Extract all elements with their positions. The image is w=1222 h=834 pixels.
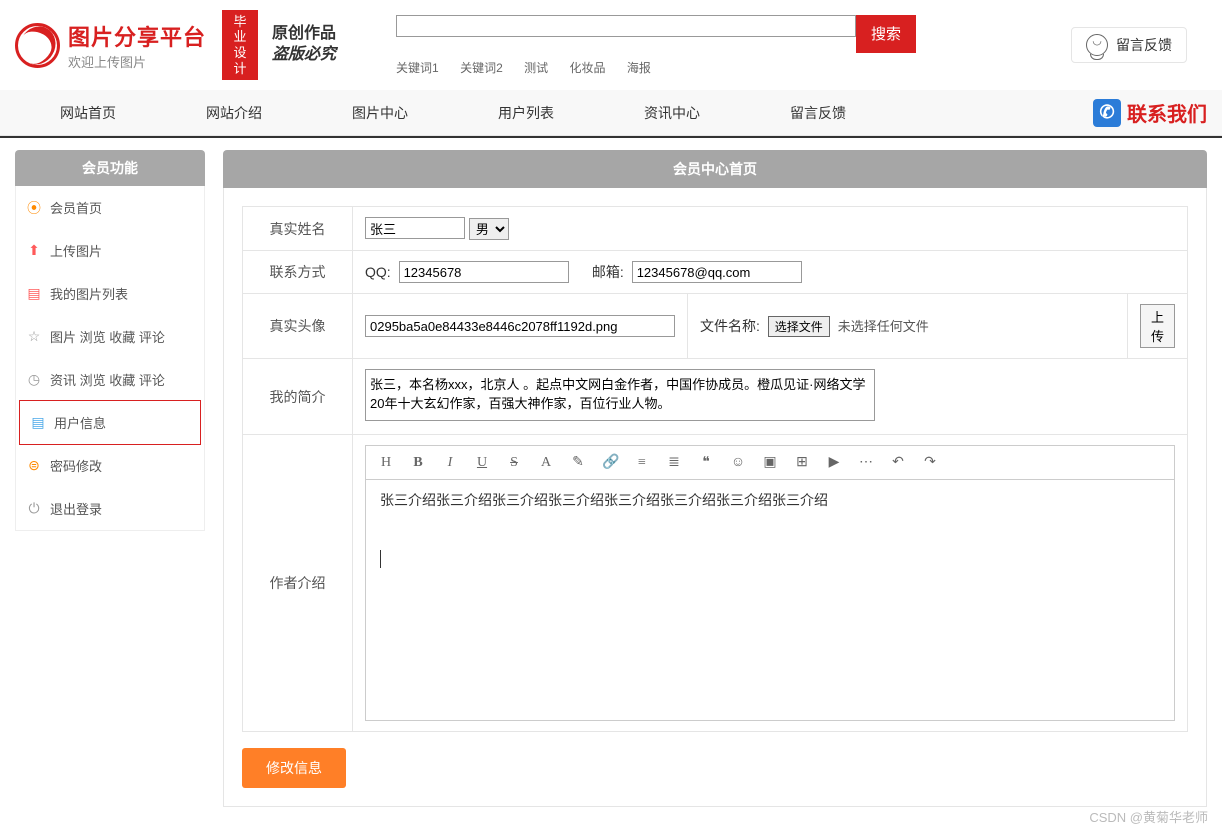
sidebar-item-picture-actions[interactable]: ☆ 图片 浏览 收藏 评论 <box>16 315 204 358</box>
submit-button[interactable]: 修改信息 <box>242 748 346 788</box>
no-file-text: 未选择任何文件 <box>838 319 929 334</box>
sidebar-item-news-actions[interactable]: ◷ 资讯 浏览 收藏 评论 <box>16 358 204 401</box>
rich-text-editor: H B I U S A ✎ 🔗 ≡ ≣ ❝ ☺ <box>365 445 1175 721</box>
link-icon[interactable]: 🔗 <box>602 454 618 471</box>
label-qq: QQ: <box>365 264 391 280</box>
redo-icon[interactable]: ↷ <box>922 454 938 471</box>
editor-content[interactable]: 张三介绍张三介绍张三介绍张三介绍张三介绍张三介绍张三介绍张三介绍 <box>366 480 1174 720</box>
support-icon <box>1086 34 1108 56</box>
qq-input[interactable] <box>399 261 569 283</box>
label-email: 邮箱: <box>592 264 624 280</box>
name-input[interactable] <box>365 217 465 239</box>
nav-pictures[interactable]: 图片中心 <box>307 90 453 136</box>
logo-subtitle: 欢迎上传图片 <box>68 52 206 71</box>
quote-icon[interactable]: ❝ <box>698 454 714 471</box>
table-icon[interactable]: ⊞ <box>794 454 810 471</box>
label-name: 真实姓名 <box>243 207 353 251</box>
label-intro: 作者介绍 <box>243 435 353 732</box>
upload-icon: ⬆ <box>26 243 42 259</box>
slogan: 原创作品 盗版必究 <box>272 24 336 66</box>
watermark: CSDN @黄菊华老师 <box>1089 807 1208 826</box>
sidebar-item-password[interactable]: ⊜ 密码修改 <box>16 444 204 487</box>
label-filename: 文件名称: <box>700 318 760 334</box>
bio-textarea[interactable]: 张三，本名杨xxx，北京人 。起点中文网白金作者，中国作协成员。橙瓜见证·网络文… <box>365 369 875 421</box>
keyword-link[interactable]: 化妆品 <box>569 61 605 75</box>
user-icon: ▤ <box>30 415 46 431</box>
keyword-link[interactable]: 关键词2 <box>460 61 503 75</box>
avatar-filename-input[interactable] <box>365 315 675 337</box>
editor-toolbar: H B I U S A ✎ 🔗 ≡ ≣ ❝ ☺ <box>366 446 1174 480</box>
lock-icon: ⊜ <box>26 458 42 474</box>
logo-area: 图片分享平台 欢迎上传图片 毕业设计 原创作品 盗版必究 <box>15 10 336 80</box>
sidebar-title: 会员功能 <box>15 150 205 186</box>
label-bio: 我的简介 <box>243 359 353 435</box>
sidebar-item-logout[interactable]: ⏻ 退出登录 <box>16 487 204 530</box>
highlight-icon[interactable]: ✎ <box>570 454 586 471</box>
contact-us[interactable]: ✆ 联系我们 <box>1093 98 1207 127</box>
gender-select[interactable]: 男 <box>469 218 509 240</box>
underline-icon[interactable]: U <box>474 455 490 471</box>
clock-icon: ◷ <box>26 372 42 388</box>
exit-icon: ⏻ <box>26 501 42 517</box>
more-icon[interactable]: ⋯ <box>858 454 874 471</box>
sidebar-item-user-info[interactable]: ▤ 用户信息 <box>19 400 201 445</box>
sidebar-item-upload[interactable]: ⬆ 上传图片 <box>16 229 204 272</box>
keyword-link[interactable]: 测试 <box>524 61 548 75</box>
home-icon: ⦿ <box>26 200 42 216</box>
phone-icon: ✆ <box>1093 99 1121 127</box>
choose-file-button[interactable]: 选择文件 <box>768 316 830 337</box>
keyword-link[interactable]: 海报 <box>627 61 651 75</box>
feedback-button[interactable]: 留言反馈 <box>1071 27 1187 63</box>
undo-icon[interactable]: ↶ <box>890 454 906 471</box>
upload-button[interactable]: 上 传 <box>1140 304 1175 348</box>
label-contact: 联系方式 <box>243 251 353 294</box>
nav-users[interactable]: 用户列表 <box>453 90 599 136</box>
nav-news[interactable]: 资讯中心 <box>599 90 745 136</box>
logo-icon <box>15 23 60 68</box>
list-ul-icon[interactable]: ≡ <box>634 455 650 471</box>
keyword-link[interactable]: 关键词1 <box>396 61 439 75</box>
badge: 毕业设计 <box>222 10 258 80</box>
heading-icon[interactable]: H <box>378 455 394 471</box>
nav-feedback[interactable]: 留言反馈 <box>745 90 891 136</box>
image-icon[interactable]: ▣ <box>762 454 778 471</box>
italic-icon[interactable]: I <box>442 455 458 471</box>
search-keywords: 关键词1 关键词2 测试 化妆品 海报 <box>396 59 916 76</box>
strike-icon[interactable]: S <box>506 455 522 471</box>
list-icon: ▤ <box>26 286 42 302</box>
nav-home[interactable]: 网站首页 <box>15 90 161 136</box>
video-icon[interactable]: ▶ <box>826 454 842 471</box>
content-title: 会员中心首页 <box>223 150 1207 188</box>
logo-title: 图片分享平台 <box>68 20 206 52</box>
label-avatar: 真实头像 <box>243 294 353 359</box>
sidebar-item-home[interactable]: ⦿ 会员首页 <box>16 186 204 229</box>
emoji-icon[interactable]: ☺ <box>730 455 746 471</box>
font-color-icon[interactable]: A <box>538 455 554 471</box>
search-button[interactable]: 搜索 <box>856 15 916 53</box>
sidebar-item-my-pictures[interactable]: ▤ 我的图片列表 <box>16 272 204 315</box>
align-icon[interactable]: ≣ <box>666 454 682 471</box>
star-icon: ☆ <box>26 329 42 345</box>
email-input[interactable] <box>632 261 802 283</box>
bold-icon[interactable]: B <box>410 455 426 471</box>
nav-about[interactable]: 网站介绍 <box>161 90 307 136</box>
search-input[interactable] <box>396 15 856 37</box>
